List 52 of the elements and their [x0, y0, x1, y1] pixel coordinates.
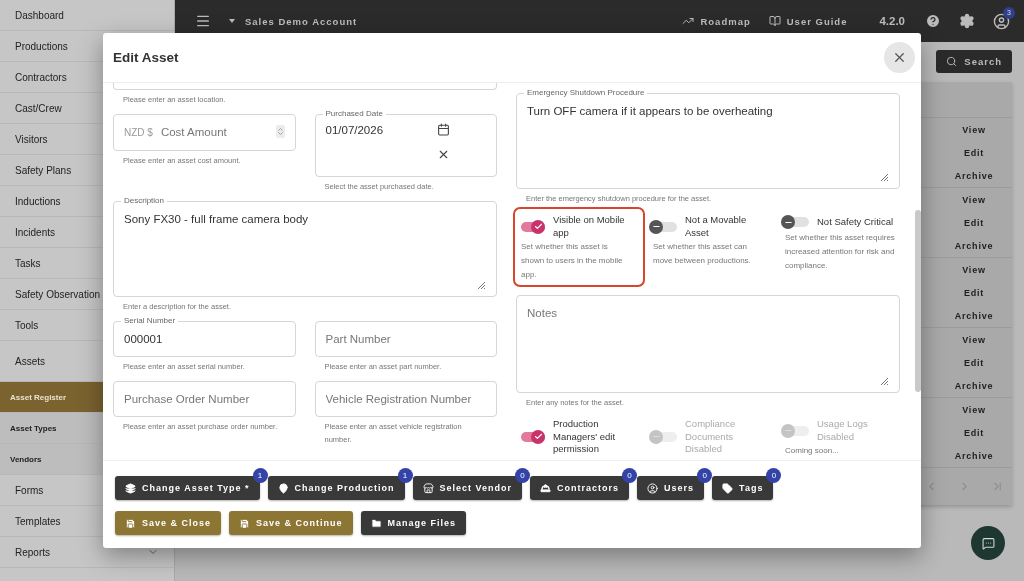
action-link[interactable]: View	[936, 259, 1012, 282]
count-badge: 0	[622, 468, 638, 483]
action-link[interactable]: Archive	[936, 305, 1012, 328]
text-area[interactable]: Turn OFF camera if it appears to be overheating	[527, 105, 889, 165]
topbar-link[interactable]: Roadmap	[682, 15, 751, 27]
count-badge: 0	[515, 468, 531, 483]
field-label: Serial Number	[121, 316, 179, 325]
helper-text: Coming soon...	[785, 445, 840, 457]
count-badge: 0	[766, 468, 782, 483]
input-field[interactable]: Part Number	[314, 321, 497, 357]
action-button[interactable]: Save & Continue	[229, 511, 353, 535]
switch-label: Visible on Mobile app	[553, 214, 626, 239]
helper-text: Set whether this asset can move between productions.	[653, 241, 752, 267]
action-link[interactable]: View	[936, 399, 1012, 422]
currency-prefix: NZD $	[124, 127, 153, 138]
text-input[interactable]: Part Number	[325, 333, 486, 345]
action-link[interactable]: Edit	[936, 352, 1012, 375]
action-button[interactable]: Save & Close	[115, 511, 222, 535]
input-field[interactable]: Purchase Order Number	[113, 381, 296, 417]
helper-text: Set whether this asset requires increased attention for risk and compliance.	[785, 232, 895, 272]
switch-label: Not a Movable Asset	[685, 214, 748, 239]
textarea-field[interactable]: Notes	[516, 295, 900, 393]
switch-label: Not Safety Critical	[817, 215, 894, 229]
action-link[interactable]: Edit	[936, 142, 1012, 165]
switch-label: Compliance Documents Disabled	[685, 418, 737, 456]
topbar-link[interactable]: User Guide	[768, 15, 848, 27]
action-link[interactable]: Edit	[936, 212, 1012, 235]
action-link[interactable]: Edit	[936, 282, 1012, 305]
field-label: Description	[121, 196, 167, 205]
switch-label: Usage Logs Disabled	[817, 418, 869, 443]
text-input[interactable]: Vehicle Registration Number	[325, 393, 486, 405]
sidebar-item[interactable]: Dashboard	[0, 0, 174, 31]
account-name[interactable]: Sales Demo Account	[245, 15, 358, 27]
switch-label: Production Managers' edit permission	[553, 418, 616, 456]
action-link[interactable]: Archive	[936, 445, 1012, 468]
action-link[interactable]: View	[936, 329, 1012, 352]
text-area[interactable]: Notes	[527, 307, 889, 367]
version-label: 4.2.0	[879, 15, 905, 27]
action-link[interactable]: Archive	[936, 165, 1012, 188]
action-link[interactable]: Archive	[936, 235, 1012, 258]
action-link[interactable]: Archive	[936, 375, 1012, 398]
helper-text: Set whether this asset is shown to users in the mobile app.	[521, 241, 624, 281]
action-button[interactable]: Manage Files	[360, 511, 467, 535]
field-label: Purchased Date	[322, 109, 386, 118]
input-field[interactable]: Vehicle Registration Number	[314, 381, 497, 417]
count-badge: 0	[697, 468, 713, 483]
date-value: 01/07/2026	[325, 123, 384, 136]
action-link[interactable]: View	[936, 189, 1012, 212]
search-button[interactable]: Search	[936, 50, 1012, 73]
action-link[interactable]: View	[936, 119, 1012, 142]
field-label: Emergency Shutdown Procedure	[524, 88, 648, 97]
action-link[interactable]: Edit	[936, 422, 1012, 445]
